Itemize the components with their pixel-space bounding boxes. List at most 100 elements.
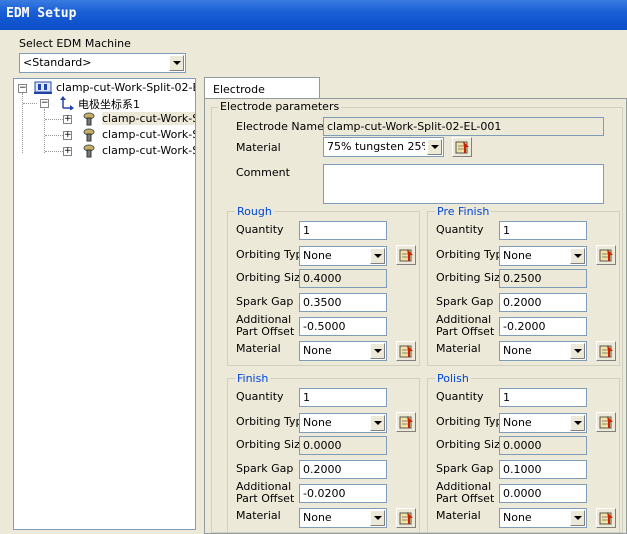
expand-icon[interactable]: + (63, 131, 72, 140)
chevron-down-icon[interactable] (370, 510, 385, 526)
prefinish-quantity-field[interactable]: 1 (499, 221, 587, 240)
prefinish-orbiting-size-field[interactable]: 0.2500 (499, 269, 587, 288)
chevron-down-icon[interactable] (570, 343, 585, 359)
finish-spark-gap-label: Spark Gap (236, 462, 294, 475)
prefinish-spark-gap-label: Spark Gap (436, 295, 494, 308)
rough-quantity-label: Quantity (236, 223, 284, 236)
rough-offset-field[interactable]: -0.5000 (299, 317, 387, 336)
machine-select[interactable]: <Standard> (19, 53, 186, 73)
polish-quantity-field[interactable]: 1 (499, 388, 587, 407)
material-library-button[interactable] (452, 137, 472, 157)
prefinish-material-value: None (503, 344, 532, 357)
rough-orbiting-type-select[interactable]: None (299, 246, 387, 266)
tab-electrode-parameters[interactable]: Electrode parameters (204, 77, 320, 109)
material-library-icon (399, 345, 413, 358)
material-library-icon (599, 416, 613, 429)
rough-material-value: None (303, 344, 332, 357)
finish-quantity-field[interactable]: 1 (299, 388, 387, 407)
finish-material-select[interactable]: None (299, 508, 387, 528)
expand-icon[interactable]: + (63, 147, 72, 156)
rough-material-button[interactable] (396, 341, 416, 361)
material-library-icon (599, 512, 613, 525)
rough-material-select[interactable]: None (299, 341, 387, 361)
finish-orbiting-type-value: None (303, 416, 332, 429)
chevron-down-icon[interactable] (370, 248, 385, 264)
prefinish-spark-gap-field[interactable]: 0.2000 (499, 293, 587, 312)
polish-offset-label-2: Part Offset (436, 492, 495, 505)
rough-offset-label-2: Part Offset (236, 325, 295, 338)
window-title: EDM Setup (6, 6, 77, 21)
rough-spark-gap-field[interactable]: 0.3500 (299, 293, 387, 312)
polish-material-value: None (503, 511, 532, 524)
prefinish-orbiting-size-label: Orbiting Size (436, 271, 507, 284)
assembly-icon (34, 81, 52, 94)
polish-material-select[interactable]: None (499, 508, 587, 528)
collapse-icon[interactable]: − (40, 99, 49, 108)
prefinish-title: Pre Finish (435, 205, 492, 218)
chevron-down-icon[interactable] (427, 139, 442, 155)
electrode-parameters-title: Electrode parameters (218, 100, 342, 113)
electrode-material-value: 75% tungsten 25% C (327, 140, 425, 153)
electrode-part-icon (83, 112, 95, 126)
chevron-down-icon[interactable] (570, 510, 585, 526)
finish-material-button[interactable] (396, 508, 416, 528)
machine-select-value: <Standard> (23, 56, 92, 69)
finish-offset-field[interactable]: -0.0200 (299, 484, 387, 503)
material-library-icon (455, 141, 469, 154)
comment-label: Comment (236, 166, 290, 179)
tree-item-label: clamp-cut-Work-Sp (102, 112, 195, 125)
comment-field[interactable] (323, 164, 604, 204)
electrode-material-select[interactable]: 75% tungsten 25% C (323, 137, 444, 157)
finish-offset-label-2: Part Offset (236, 492, 295, 505)
prefinish-material-select[interactable]: None (499, 341, 587, 361)
rough-quantity-field[interactable]: 1 (299, 221, 387, 240)
finish-orbiting-size-field[interactable]: 0.0000 (299, 436, 387, 455)
electrode-tree[interactable]: − clamp-cut-Work-Split-02-EL − 电极坐标系1 + … (13, 78, 196, 530)
prefinish-orbiting-type-select[interactable]: None (499, 246, 587, 266)
tree-root-label: clamp-cut-Work-Split-02-EL (56, 81, 196, 94)
polish-spark-gap-field[interactable]: 0.1000 (499, 460, 587, 479)
rough-orbiting-button[interactable] (396, 245, 416, 265)
chevron-down-icon[interactable] (370, 415, 385, 431)
polish-title: Polish (435, 372, 471, 385)
finish-material-label: Material (236, 509, 281, 522)
polish-orbiting-type-select[interactable]: None (499, 413, 587, 433)
finish-material-value: None (303, 511, 332, 524)
finish-spark-gap-field[interactable]: 0.2000 (299, 460, 387, 479)
polish-orbiting-button[interactable] (596, 412, 616, 432)
rough-material-label: Material (236, 342, 281, 355)
chevron-down-icon[interactable] (169, 55, 184, 71)
chevron-down-icon[interactable] (370, 343, 385, 359)
material-library-icon (399, 249, 413, 262)
collapse-icon[interactable]: − (18, 84, 27, 93)
tab-panel: Electrode parameters Electrode Name clam… (204, 98, 627, 534)
rough-spark-gap-label: Spark Gap (236, 295, 294, 308)
material-library-icon (399, 512, 413, 525)
prefinish-quantity-label: Quantity (436, 223, 484, 236)
polish-quantity-label: Quantity (436, 390, 484, 403)
chevron-down-icon[interactable] (570, 415, 585, 431)
finish-quantity-label: Quantity (236, 390, 284, 403)
prefinish-offset-field[interactable]: -0.2000 (499, 317, 587, 336)
prefinish-material-label: Material (436, 342, 481, 355)
material-library-icon (599, 249, 613, 262)
electrode-part-icon (83, 128, 95, 142)
tree-item-label: clamp-cut-Work-Sp (102, 128, 196, 141)
prefinish-material-button[interactable] (596, 341, 616, 361)
polish-orbiting-size-field[interactable]: 0.0000 (499, 436, 587, 455)
polish-material-button[interactable] (596, 508, 616, 528)
polish-spark-gap-label: Spark Gap (436, 462, 494, 475)
prefinish-orbiting-button[interactable] (596, 245, 616, 265)
electrode-name-field[interactable]: clamp-cut-Work-Split-02-EL-001 (323, 117, 604, 136)
finish-orbiting-size-label: Orbiting Size (236, 438, 307, 451)
polish-offset-field[interactable]: 0.0000 (499, 484, 587, 503)
rough-orbiting-type-value: None (303, 249, 332, 262)
expand-icon[interactable]: + (63, 115, 72, 124)
chevron-down-icon[interactable] (570, 248, 585, 264)
prefinish-orbiting-type-value: None (503, 249, 532, 262)
finish-orbiting-button[interactable] (396, 412, 416, 432)
coordinate-system-icon (60, 96, 74, 110)
title-bar[interactable]: EDM Setup (0, 0, 627, 30)
finish-orbiting-type-select[interactable]: None (299, 413, 387, 433)
rough-orbiting-size-field[interactable]: 0.4000 (299, 269, 387, 288)
